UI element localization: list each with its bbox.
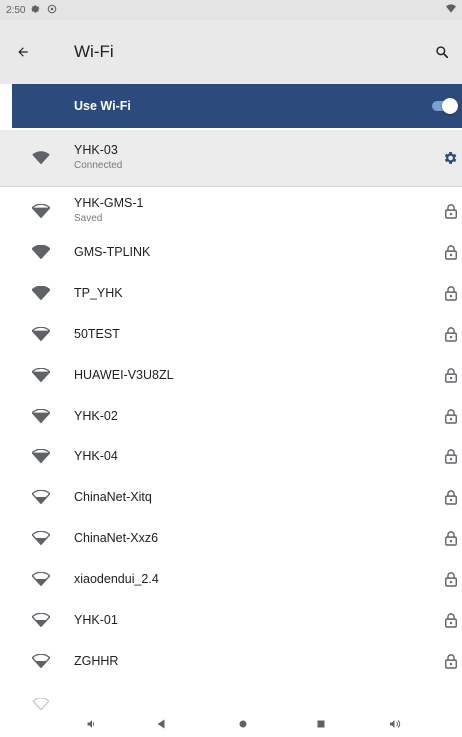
wifi-strength-icon [32, 326, 50, 341]
network-row[interactable]: 50TEST [0, 314, 462, 354]
lock-icon [445, 613, 457, 628]
wifi-strength-icon [32, 408, 50, 423]
wifi-strength-icon [32, 367, 50, 382]
network-name: YHK-01 [74, 613, 118, 627]
network-name: 50TEST [74, 326, 120, 341]
lock-icon [445, 367, 457, 383]
network-name: TP_YHK [74, 285, 123, 300]
lock-icon [445, 408, 457, 424]
use-wifi-toggle[interactable] [432, 98, 458, 114]
connected-network-status: Connected [74, 160, 123, 171]
network-name: ChinaNet-Xxz6 [74, 531, 159, 546]
network-row[interactable]: HUAWEI-V3U8ZL [0, 355, 462, 395]
network-name: ChinaNet-Xitq [74, 490, 152, 505]
wifi-full-icon [32, 151, 50, 165]
network-name: YHK-02 [74, 408, 118, 423]
wifi-strength-icon [32, 613, 50, 627]
back-triangle-icon[interactable] [150, 714, 172, 734]
use-wifi-switch-bar[interactable]: Use Wi-Fi [12, 84, 462, 128]
wifi-strength-icon [32, 285, 50, 300]
wifi-strength-icon [32, 653, 50, 668]
wifi-strength-icon [32, 244, 50, 259]
connected-network: YHK-03 Connected [0, 138, 462, 178]
lock-icon [445, 449, 457, 465]
lock-icon [445, 572, 457, 587]
lock-icon [445, 326, 457, 342]
network-row[interactable]: TP_YHK [0, 273, 462, 313]
network-name: ZGHHR [74, 653, 119, 668]
arrow-back-icon[interactable] [0, 20, 46, 84]
volume-down-icon[interactable] [80, 714, 102, 734]
wifi-strength-icon [32, 204, 50, 218]
wifi-strength-icon [32, 490, 50, 505]
network-name: YHK-GMS-1 [74, 196, 144, 210]
sync-icon [47, 4, 57, 17]
search-icon[interactable] [422, 20, 462, 84]
wifi-strength-icon [32, 531, 50, 546]
gear-icon [31, 4, 41, 17]
lock-icon [445, 654, 457, 669]
page-title: Wi-Fi [74, 42, 114, 61]
lock-icon [445, 245, 457, 260]
wifi-icon [32, 698, 50, 710]
network-row[interactable]: xiaodendui_2.4 [0, 559, 462, 599]
network-row[interactable]: YHK-02 [0, 396, 462, 436]
wifi-strength-icon [32, 449, 50, 464]
recents-square-icon[interactable] [310, 714, 332, 734]
network-name: YHK-04 [74, 449, 118, 464]
wifi-strength-icon [32, 572, 50, 587]
network-row[interactable]: YHK-04 [0, 436, 462, 476]
network-row[interactable]: ChinaNet-Xxz6 [0, 518, 462, 558]
volume-up-icon[interactable] [384, 714, 406, 734]
app-bar: Wi-Fi [0, 20, 462, 84]
network-name: HUAWEI-V3U8ZL [74, 367, 174, 382]
connected-network-name: YHK-03 [74, 143, 118, 157]
network-row[interactable]: YHK-01 [0, 600, 462, 640]
lock-icon [445, 204, 457, 219]
network-status: Saved [74, 213, 103, 224]
lock-icon [445, 286, 457, 301]
network-row[interactable]: GMS-TPLINK [0, 232, 462, 272]
wifi-signal-icon [446, 4, 456, 16]
network-name: GMS-TPLINK [74, 244, 151, 259]
network-row[interactable]: ZGHHR [0, 641, 462, 681]
lock-icon [445, 490, 457, 505]
navigation-bar [0, 710, 462, 737]
status-bar: 2:50 [0, 0, 462, 20]
network-row[interactable]: ChinaNet-Xitq [0, 477, 462, 517]
use-wifi-label: Use Wi-Fi [74, 99, 131, 113]
connected-network-row[interactable]: YHK-03 Connected [0, 130, 462, 187]
lock-icon [445, 531, 457, 546]
status-time: 2:50 [6, 4, 26, 16]
gear-icon[interactable] [442, 150, 458, 166]
home-circle-icon[interactable] [232, 714, 254, 734]
network-name: xiaodendui_2.4 [74, 572, 159, 587]
toggle-thumb [442, 98, 458, 114]
network-row[interactable]: YHK-GMS-1 Saved [0, 191, 462, 231]
